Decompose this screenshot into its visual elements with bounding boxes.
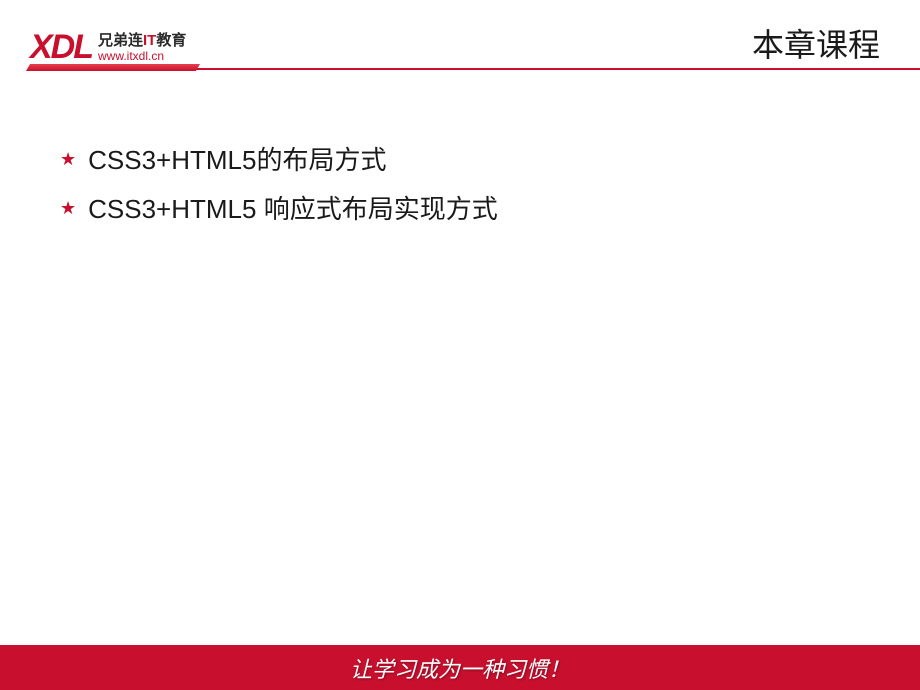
header-divider [28, 68, 920, 70]
bullet-text: CSS3+HTML5的布局方式 [88, 140, 386, 177]
slide-header: XDL 兄弟连IT教育 www.itxdl.cn 本章课程 [0, 0, 920, 90]
bullet-text: CSS3+HTML5 响应式布局实现方式 [88, 189, 498, 226]
logo-mark: XDL [30, 28, 92, 67]
logo-chinese: 兄弟连IT教育 [98, 33, 186, 48]
logo-url: www.itxdl.cn [98, 50, 186, 62]
logo-cn-prefix: 兄弟连 [98, 32, 143, 49]
star-icon: ★ [60, 199, 76, 217]
logo-text-group: 兄弟连IT教育 www.itxdl.cn [98, 33, 186, 62]
slide-footer: 让学习成为一种习惯！ [0, 645, 920, 690]
logo-cn-it: IT [143, 32, 156, 49]
logo-text: XDL [30, 28, 92, 67]
bullet-item: ★ CSS3+HTML5的布局方式 [60, 140, 860, 177]
star-icon: ★ [60, 150, 76, 168]
logo-cn-suffix: 教育 [156, 32, 186, 49]
footer-slogan: 让学习成为一种习惯！ [350, 652, 570, 684]
logo-area: XDL 兄弟连IT教育 www.itxdl.cn [30, 28, 186, 67]
page-title: 本章课程 [752, 20, 880, 66]
bullet-item: ★ CSS3+HTML5 响应式布局实现方式 [60, 189, 860, 226]
slide-content: ★ CSS3+HTML5的布局方式 ★ CSS3+HTML5 响应式布局实现方式 [0, 90, 920, 226]
